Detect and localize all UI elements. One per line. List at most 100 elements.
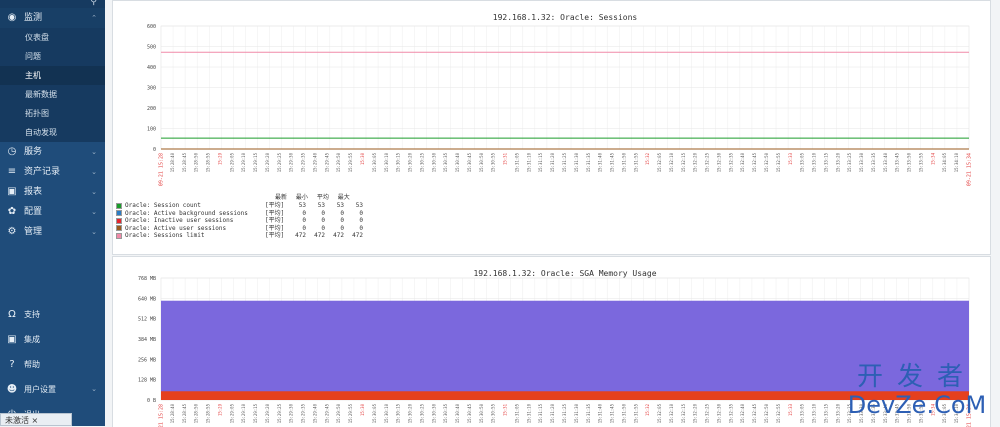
clock-icon: ◷ [7, 146, 17, 157]
x-tick-label: 15:29:05 [229, 152, 234, 172]
x-tick-label: 15:32:55 [776, 152, 781, 172]
legend-row: Oracle: Active background sessions [平均] … [116, 210, 363, 218]
x-tick-label: 15:33:35 [871, 152, 876, 172]
x-tick-label: 15:33:50 [907, 152, 912, 172]
legend-swatch [116, 217, 122, 224]
submenu-item-hosts[interactable]: 主机 [0, 66, 105, 85]
legend-max: 0 [359, 209, 363, 217]
sidebar-item-label: 配置 [24, 207, 43, 217]
x-tick-label: 15:34:05 [942, 152, 947, 172]
x-tick-label: 15:30:30 [431, 152, 436, 172]
legend-swatch [116, 210, 122, 217]
x-tick-label: 15:33:15 [823, 152, 828, 172]
x-start-label: 09-21 15:28 [159, 404, 165, 427]
sidebar-search[interactable]: ⚲ [0, 0, 105, 8]
x-tick-label: 15:32 [645, 152, 650, 165]
sidebar-item-administration[interactable]: ⚙ 管理 ⌄ [0, 222, 105, 242]
x-tick-label: 15:33 [788, 152, 793, 165]
x-tick-label: 15:32:35 [728, 152, 733, 172]
x-tick-label: 15:32:35 [728, 403, 733, 423]
gear-icon: ⚙ [7, 226, 17, 237]
x-tick-label: 15:28:55 [206, 152, 211, 172]
x-tick-label: 15:31:15 [538, 152, 543, 172]
x-tick-label: 15:29:25 [277, 152, 282, 172]
legend-min: 0 [321, 217, 325, 224]
x-start-label: 09-21 15:28 [159, 153, 165, 186]
x-tick-label: 15:29:35 [301, 152, 306, 172]
submenu-item-latest-data[interactable]: 最新数据 [0, 85, 105, 104]
y-tick-label: 200 [147, 106, 156, 112]
x-tick-label: 15:30:55 [491, 152, 496, 172]
bar-chart-icon: ▣ [7, 186, 17, 197]
x-tick-label: 15:32:30 [716, 152, 721, 172]
x-tick-label: 15:31:30 [574, 403, 579, 423]
legend-max: 472 [352, 232, 363, 239]
legend-swatch [116, 225, 122, 232]
x-tick-label: 15:29:55 [348, 403, 353, 423]
sidebar-item-reports[interactable]: ▣ 报表 ⌄ [0, 182, 105, 202]
sidebar-item-label: 资产记录 [24, 167, 61, 177]
sidebar-item-help[interactable]: ? 帮助 [0, 352, 105, 377]
submenu-item-discovery[interactable]: 自动发现 [0, 123, 105, 142]
x-tick-label: 15:30:35 [443, 152, 448, 172]
x-end-label: 09-21 15:34 [967, 153, 973, 186]
sidebar-item-integrations[interactable]: ▣ 集成 [0, 327, 105, 352]
sidebar-item-inventory[interactable]: ≡ 资产记录 ⌄ [0, 162, 105, 182]
x-tick-label: 15:31:05 [514, 403, 519, 423]
sidebar-item-support[interactable]: Ω 支持 [0, 302, 105, 327]
x-tick-label: 15:31:55 [633, 152, 638, 172]
legend-series-name: Oracle: Sessions limit [125, 232, 205, 239]
chevron-down-icon: ⌄ [91, 208, 97, 216]
sidebar-item-user-settings[interactable]: ☻ 用户设置 ⌄ [0, 377, 105, 402]
sidebar-item-services[interactable]: ◷ 服务 ⌄ [0, 142, 105, 162]
x-tick-label: 15:32:25 [705, 152, 710, 172]
x-tick-label: 15:32 [645, 403, 650, 416]
x-tick-label: 15:33:10 [812, 152, 817, 172]
x-tick-label: 15:30:30 [431, 403, 436, 423]
legend-header: 最新 最小 平均 最大 [116, 194, 363, 202]
legend-header-min: 最小 [295, 194, 308, 201]
x-tick-label: 15:29:30 [289, 152, 294, 172]
legend-min: 0 [321, 224, 325, 232]
legend-func: [平均] [265, 217, 285, 224]
x-tick-label: 15:34 [930, 152, 935, 165]
sidebar-item-monitoring[interactable]: ◉ 监测 ⌃ [0, 8, 105, 28]
x-tick-label: 15:29:10 [241, 152, 246, 172]
x-tick-label: 15:30:45 [467, 152, 472, 172]
submenu-item-maps[interactable]: 拓扑图 [0, 104, 105, 123]
legend-func: [平均] [265, 202, 285, 209]
x-tick-label: 15:33:45 [895, 152, 900, 172]
submenu-item-problems[interactable]: 问题 [0, 47, 105, 66]
x-tick-label: 15:33 [788, 403, 793, 416]
sidebar-item-configuration[interactable]: ✿ 配置 ⌄ [0, 202, 105, 222]
x-tick-label: 15:32:50 [764, 403, 769, 423]
eye-icon: ◉ [7, 12, 17, 23]
graph-title: 192.168.1.32: Oracle: Sessions [493, 13, 638, 22]
x-tick-label: 15:31:35 [586, 152, 591, 172]
x-tick-label: 15:31:50 [621, 403, 626, 423]
x-tick-label: 15:33:25 [847, 152, 852, 172]
submenu-item-dashboard[interactable]: 仪表盘 [0, 28, 105, 47]
x-tick-label: 15:30:25 [419, 403, 424, 423]
sidebar-item-label: 管理 [24, 227, 43, 237]
x-tick-label: 15:33:05 [800, 403, 805, 423]
x-tick-label: 15:29 [217, 403, 222, 416]
x-tick-label: 15:32:10 [669, 403, 674, 423]
x-tick-label: 15:31:45 [610, 403, 615, 423]
x-tick-label: 15:31:20 [550, 403, 555, 423]
legend-swatch [116, 202, 122, 209]
x-tick-label: 15:29:25 [277, 403, 282, 423]
y-tick-label: 640 MB [138, 296, 156, 302]
search-icon[interactable]: ⚲ [90, 0, 97, 7]
x-tick-label: 15:28:40 [170, 403, 175, 423]
x-tick-label: 15:31 [503, 403, 508, 416]
legend-max: 0 [359, 217, 363, 224]
legend-avg: 472 [333, 232, 344, 239]
activation-chip[interactable]: 未激活 × [0, 413, 72, 426]
x-tick-label: 15:30:20 [408, 152, 413, 172]
x-tick-label: 15:29:30 [289, 403, 294, 423]
x-tick-label: 15:29:50 [336, 403, 341, 423]
x-tick-label: 15:29:15 [253, 403, 258, 423]
x-tick-label: 15:33:20 [835, 152, 840, 172]
x-tick-label: 15:30:15 [396, 403, 401, 423]
